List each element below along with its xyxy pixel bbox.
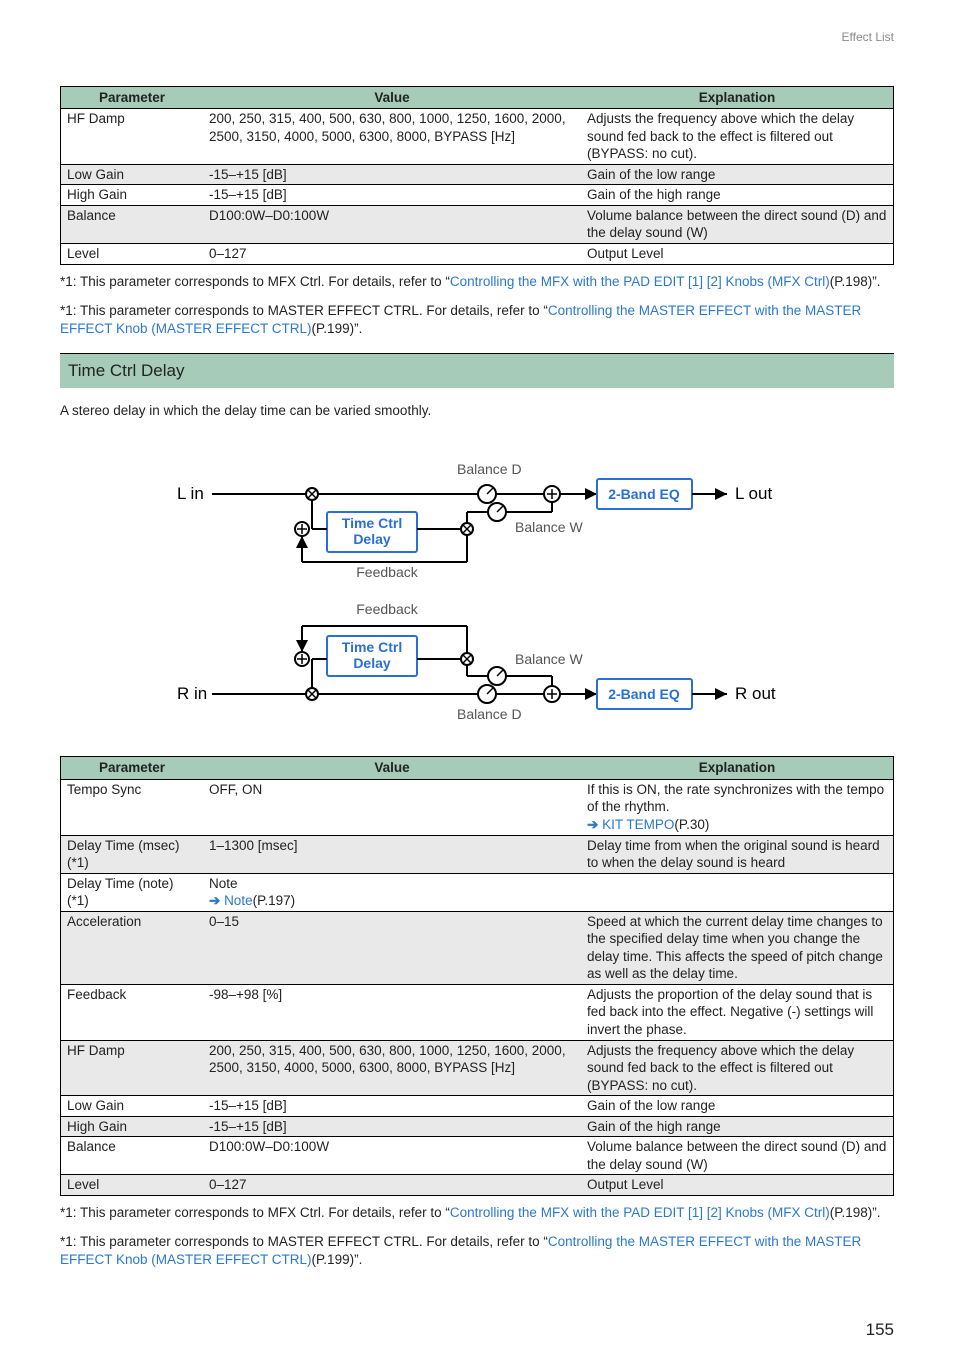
th-explanation: Explanation — [581, 757, 894, 780]
footnote-text: (P.199)”. — [312, 1252, 363, 1267]
cell-expl: Volume balance between the direct sound … — [581, 205, 894, 243]
diagram-r-in: R in — [177, 684, 207, 703]
header-label: Effect List — [60, 30, 894, 46]
cell-expl: Adjusts the proportion of the delay soun… — [581, 984, 894, 1040]
cell-value: -15–+15 [dB] — [203, 164, 581, 185]
cell-param: Balance — [61, 1137, 204, 1175]
cell-expl: Gain of the high range — [581, 185, 894, 206]
diagram-l-in: L in — [177, 484, 204, 503]
cell-param: Low Gain — [61, 164, 204, 185]
diagram-l-out: L out — [735, 484, 772, 503]
arrow-right-icon: ➔ — [587, 817, 602, 832]
arrow-right-icon: ➔ — [209, 893, 224, 908]
cell-expl: Gain of the low range — [581, 164, 894, 185]
cell-expl: Gain of the low range — [581, 1096, 894, 1117]
diagram-r-out: R out — [735, 684, 776, 703]
cell-value: D100:0W–D0:100W — [203, 1137, 581, 1175]
cell-expl: If this is ON, the rate synchronizes wit… — [581, 779, 894, 835]
cell-value: -98–+98 [%] — [203, 984, 581, 1040]
cell-value: -15–+15 [dB] — [203, 185, 581, 206]
footnote-text: *1: This parameter corresponds to MFX Ct… — [60, 1205, 450, 1220]
footnote-master: *1: This parameter corresponds to MASTER… — [60, 302, 894, 337]
parameter-table-1: Parameter Value Explanation HF Damp 200,… — [60, 86, 894, 265]
cell-expl: Adjusts the frequency above which the de… — [581, 1040, 894, 1096]
cell-value: 0–15 — [203, 911, 581, 984]
diagram-balance-w: Balance W — [515, 519, 583, 535]
cell-expl: Adjusts the frequency above which the de… — [581, 109, 894, 165]
cell-value: 0–127 — [203, 243, 581, 264]
cell-expl: Output Level — [581, 1175, 894, 1196]
th-value: Value — [203, 757, 581, 780]
cell-param: Level — [61, 1175, 204, 1196]
diagram-delay: Delay — [353, 531, 391, 547]
cell-expl: Output Level — [581, 243, 894, 264]
diagram-feedback: Feedback — [356, 564, 418, 580]
th-parameter: Parameter — [61, 86, 204, 109]
footnote-master: *1: This parameter corresponds to MASTER… — [60, 1233, 894, 1268]
cell-param: Balance — [61, 205, 204, 243]
cell-param: Delay Time (note) (*1) — [61, 873, 204, 911]
cell-value: -15–+15 [dB] — [203, 1116, 581, 1137]
cell-expl: Delay time from when the original sound … — [581, 835, 894, 873]
cell-value: -15–+15 [dB] — [203, 1096, 581, 1117]
cell-value: 1–1300 [msec] — [203, 835, 581, 873]
cell-param: Delay Time (msec) (*1) — [61, 835, 204, 873]
svg-text:Balance W: Balance W — [515, 651, 583, 667]
cell-param: HF Damp — [61, 1040, 204, 1096]
svg-text:Feedback: Feedback — [356, 601, 418, 617]
cell-param: High Gain — [61, 1116, 204, 1137]
cell-param: Level — [61, 243, 204, 264]
footnote-mfx: *1: This parameter corresponds to MFX Ct… — [60, 1204, 894, 1222]
cell-expl: Gain of the high range — [581, 1116, 894, 1137]
footnote-text: (P.199)”. — [312, 321, 363, 336]
cell-param: Low Gain — [61, 1096, 204, 1117]
cell-expl — [581, 873, 894, 911]
page-number: 155 — [60, 1319, 894, 1341]
footnote-text: *1: This parameter corresponds to MASTER… — [60, 303, 548, 318]
link-kit-tempo[interactable]: KIT TEMPO — [602, 817, 674, 832]
svg-text:2-Band EQ: 2-Band EQ — [608, 686, 680, 702]
signal-flow-diagram: L in Time Ctrl Delay Balance W Balance D… — [60, 434, 894, 739]
footnote-text: (P.198)”. — [830, 1205, 881, 1220]
diagram-balance-d: Balance D — [457, 461, 522, 477]
svg-text:Time Ctrl: Time Ctrl — [342, 639, 402, 655]
footnote-text: *1: This parameter corresponds to MFX Ct… — [60, 274, 450, 289]
th-value: Value — [203, 86, 581, 109]
footnote-link[interactable]: Controlling the MFX with the PAD EDIT [1… — [450, 274, 830, 289]
svg-text:Delay: Delay — [353, 655, 391, 671]
diagram-time-ctrl: Time Ctrl — [342, 515, 402, 531]
footnote-text: *1: This parameter corresponds to MASTER… — [60, 1234, 548, 1249]
footnote-link[interactable]: Controlling the MFX with the PAD EDIT [1… — [450, 1205, 830, 1220]
section-intro: A stereo delay in which the delay time c… — [60, 402, 894, 420]
cell-value: Note ➔ Note(P.197) — [203, 873, 581, 911]
link-note[interactable]: Note — [224, 893, 253, 908]
cell-value: 200, 250, 315, 400, 500, 630, 800, 1000,… — [203, 109, 581, 165]
th-parameter: Parameter — [61, 757, 204, 780]
cell-param: HF Damp — [61, 109, 204, 165]
cell-expl: Volume balance between the direct sound … — [581, 1137, 894, 1175]
footnote-text: (P.198)”. — [830, 274, 881, 289]
svg-text:Balance D: Balance D — [457, 706, 522, 722]
cell-param: Tempo Sync — [61, 779, 204, 835]
cell-param: High Gain — [61, 185, 204, 206]
cell-expl: Speed at which the current delay time ch… — [581, 911, 894, 984]
cell-param: Acceleration — [61, 911, 204, 984]
cell-value: OFF, ON — [203, 779, 581, 835]
cell-value: 0–127 — [203, 1175, 581, 1196]
cell-value: 200, 250, 315, 400, 500, 630, 800, 1000,… — [203, 1040, 581, 1096]
footnote-mfx: *1: This parameter corresponds to MFX Ct… — [60, 273, 894, 291]
section-heading: Time Ctrl Delay — [60, 353, 894, 388]
parameter-table-2: Parameter Value Explanation Tempo Sync O… — [60, 756, 894, 1196]
diagram-band-eq: 2-Band EQ — [608, 486, 680, 502]
cell-param: Feedback — [61, 984, 204, 1040]
cell-value: D100:0W–D0:100W — [203, 205, 581, 243]
th-explanation: Explanation — [581, 86, 894, 109]
